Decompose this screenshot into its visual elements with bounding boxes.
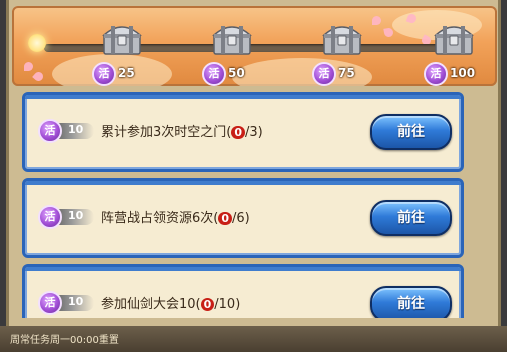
progress-start-orb-icon — [28, 34, 46, 52]
task-current-count: 0 — [218, 212, 232, 225]
activity-progress-banner: 活 25 活 50 活 75 活 100 — [12, 6, 497, 86]
task-current-count: 0 — [231, 126, 245, 139]
reward-value: 10 — [68, 123, 84, 136]
blossom-icon — [32, 70, 45, 83]
activity-reward: 活 10 — [38, 119, 94, 143]
milestone-reward[interactable]: 活 25 — [92, 16, 152, 86]
activity-badge-icon: 活 — [92, 62, 116, 86]
task-card: 活 10 参加仙剑大会10(0/10) 前往 — [22, 264, 464, 318]
task-card: 活 10 累计参加3次时空之门(0/3) 前往 — [22, 92, 464, 172]
reward-value: 10 — [68, 295, 84, 308]
silver-chest-icon[interactable] — [212, 22, 252, 56]
task-description: 累计参加3次时空之门(0/3) — [101, 125, 263, 140]
milestone-points: 100 — [450, 66, 476, 80]
task-description: 阵营战占领资源6次(0/6) — [101, 211, 250, 226]
go-button[interactable]: 前往 — [370, 114, 452, 150]
blossom-icon — [383, 27, 394, 38]
activity-badge-icon: 活 — [38, 205, 62, 229]
milestone-points: 50 — [228, 66, 245, 80]
activity-badge-icon: 活 — [38, 291, 62, 315]
task-description: 参加仙剑大会10(0/10) — [101, 297, 241, 312]
activity-badge-icon: 活 — [202, 62, 226, 86]
milestone-reward[interactable]: 活 75 — [312, 16, 372, 86]
milestone-points: 75 — [338, 66, 355, 80]
go-button[interactable]: 前往 — [370, 286, 452, 318]
silver-chest-icon[interactable] — [322, 22, 362, 56]
reward-value: 10 — [68, 209, 84, 222]
blossom-icon — [24, 62, 33, 71]
activity-badge-icon: 活 — [312, 62, 336, 86]
milestone-reward[interactable]: 活 100 — [424, 16, 484, 86]
silver-chest-icon[interactable] — [434, 22, 474, 56]
go-button[interactable]: 前往 — [370, 200, 452, 236]
blossom-icon — [372, 16, 381, 25]
task-card: 活 10 阵营战占领资源6次(0/6) 前往 — [22, 178, 464, 258]
task-list[interactable]: 活 10 累计参加3次时空之门(0/3) 前往 活 10 阵营战占领资源6次(0… — [22, 92, 464, 318]
weekly-reset-note: 周常任务周一00:00重置 — [10, 335, 119, 346]
milestone-points: 25 — [118, 66, 135, 80]
activity-badge-icon: 活 — [38, 119, 62, 143]
activity-badge-icon: 活 — [424, 62, 448, 86]
silver-chest-icon[interactable] — [102, 22, 142, 56]
task-current-count: 0 — [200, 298, 215, 311]
activity-reward: 活 10 — [38, 291, 94, 315]
milestone-reward[interactable]: 活 50 — [202, 16, 262, 86]
footer-bar: 周常任务周一00:00重置 — [0, 326, 507, 352]
activity-reward: 活 10 — [38, 205, 94, 229]
